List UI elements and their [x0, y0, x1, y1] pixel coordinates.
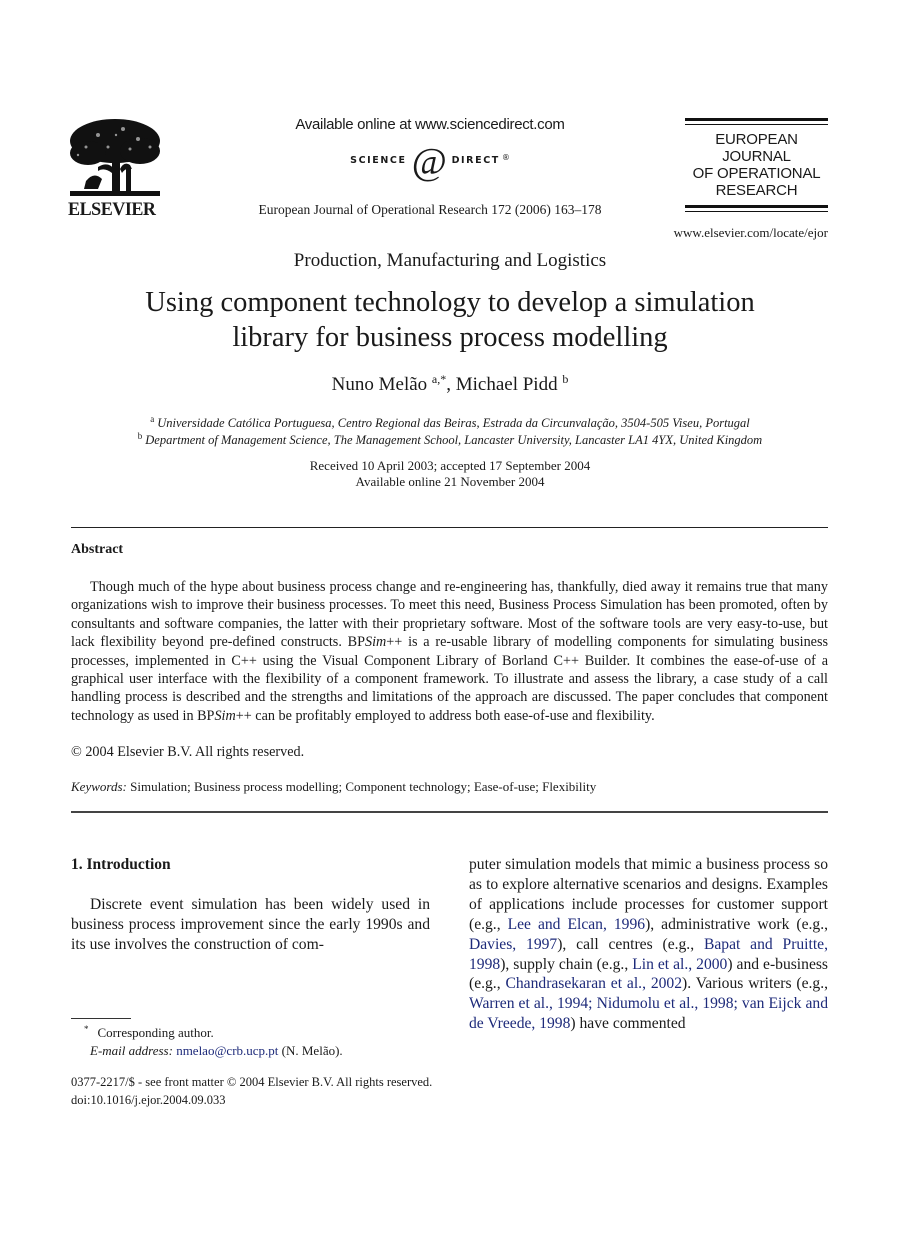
- affiliation-mark: a: [150, 414, 155, 424]
- body-column-left: Discrete event simulation has been widel…: [71, 895, 430, 955]
- citation-link[interactable]: Lee and Elcan, 1996: [508, 916, 645, 933]
- email-label: E-mail address:: [90, 1043, 173, 1058]
- body-text: ), call centres (e.g.,: [557, 935, 704, 953]
- sciencedirect-at-icon: @: [411, 141, 447, 183]
- citation-link[interactable]: Davies, 1997: [469, 936, 557, 953]
- body-text: ), supply chain (e.g.,: [500, 955, 633, 973]
- footnote-text: Corresponding author.: [97, 1025, 214, 1040]
- issn-line: 0377-2217/$ - see front matter © 2004 El…: [71, 1075, 433, 1089]
- abstract-body: Though much of the hype about business p…: [71, 578, 828, 725]
- affiliation: a Universidade Católica Portuguesa, Centr…: [0, 414, 900, 431]
- keywords-text: Simulation; Business process modelling; …: [130, 779, 597, 794]
- registered-mark: ®: [501, 152, 510, 162]
- footnote-corresponding: * Corresponding author.: [84, 1020, 343, 1042]
- affiliation: b Department of Management Science, The M…: [0, 431, 900, 448]
- footnote-mark: *: [84, 1024, 89, 1034]
- paper-title: Using component technology to develop a …: [0, 285, 900, 355]
- affiliation-text: Universidade Católica Portuguesa, Centro…: [157, 416, 750, 430]
- sciencedirect-online-notice[interactable]: Available online at www.sciencedirect.co…: [230, 116, 630, 133]
- divider: [71, 811, 828, 813]
- email-suffix: (N. Melão).: [278, 1043, 343, 1058]
- elsevier-logo: ELSEVIER: [68, 117, 162, 221]
- journal-reference: European Journal of Operational Research…: [258, 202, 602, 217]
- elsevier-tree-icon: [70, 119, 160, 196]
- sciencedirect-logo: SCIENCE @ DIRECT ®: [230, 140, 630, 183]
- journal-logo-line: EUROPEAN: [715, 131, 798, 148]
- citation-link[interactable]: Chandrasekaran et al., 2002: [505, 975, 682, 992]
- received-date: Received 10 April 2003; accepted 17 Sept…: [309, 458, 591, 473]
- body-text: ) have commented: [570, 1015, 686, 1033]
- author-name: Michael Pidd: [455, 374, 558, 395]
- footnote-email: E-mail address: nmelao@crb.ucp.pt (N. Me…: [90, 1042, 343, 1060]
- article-section: Production, Manufacturing and Logistics: [293, 250, 607, 271]
- body-text: ). Various writers (e.g.,: [682, 975, 828, 993]
- copyright-notice: © 2004 Elsevier B.V. All rights reserved…: [71, 744, 305, 760]
- available-date: Available online 21 November 2004: [355, 474, 545, 489]
- footnote: * Corresponding author. E-mail address: n…: [84, 1020, 343, 1060]
- footnote-divider: [71, 1018, 131, 1019]
- affiliation-mark: b: [137, 431, 143, 441]
- sciencedirect-right-word: DIRECT: [451, 154, 500, 166]
- journal-logo-title: EUROPEAN JOURNAL OF OPERATIONAL RESEARCH: [685, 131, 828, 199]
- sciencedirect-left-word: SCIENCE: [350, 154, 407, 166]
- author-name: Nuno Melão: [331, 374, 428, 395]
- journal-logo-line: OF OPERATIONAL: [692, 165, 821, 182]
- journal-logo-rule-top-thin: [685, 124, 828, 125]
- citation-link[interactable]: Lin et al., 2000: [632, 956, 727, 973]
- journal-logo-line: RESEARCH: [715, 182, 798, 199]
- affiliation-text: Department of Management Science, The Ma…: [145, 433, 763, 447]
- journal-logo-rule-bottom-thin: [685, 211, 828, 212]
- divider: [71, 527, 828, 528]
- body-paragraph: puter simulation models that mimic a bus…: [469, 855, 828, 1034]
- journal-logo-line: JOURNAL: [722, 148, 791, 165]
- author-separator: ,: [446, 374, 456, 395]
- page-footer: 0377-2217/$ - see front matter © 2004 El…: [71, 1073, 432, 1109]
- body-text: ), administrative work (e.g.,: [645, 915, 828, 933]
- journal-url[interactable]: www.elsevier.com/locate/ejor: [640, 225, 828, 241]
- body-paragraph: Discrete event simulation has been widel…: [71, 896, 430, 953]
- doi-line[interactable]: doi:10.1016/j.ejor.2004.09.033: [71, 1091, 432, 1109]
- author-affiliation-mark[interactable]: a,*: [432, 372, 446, 386]
- abstract-paragraph: Though much of the hype about business p…: [71, 578, 828, 725]
- abstract-text: ++ can be profitably employed to address…: [235, 707, 655, 724]
- journal-logo-rule-top: [685, 118, 828, 121]
- keywords: Keywords: Simulation; Business process m…: [71, 779, 596, 795]
- abstract-italic: Sim: [365, 634, 387, 651]
- author-list: Nuno Melão a,*, Michael Pidd b: [0, 372, 900, 396]
- abstract-italic: Sim: [214, 707, 236, 724]
- keywords-label: Keywords:: [71, 779, 127, 794]
- author-affiliation-mark[interactable]: b: [562, 372, 568, 386]
- elsevier-wordmark: ELSEVIER: [68, 199, 156, 220]
- section-heading: 1. Introduction: [71, 856, 171, 873]
- journal-logo: EUROPEAN JOURNAL OF OPERATIONAL RESEARCH: [685, 118, 828, 218]
- abstract-heading: Abstract: [71, 542, 124, 557]
- paper-title-line: Using component technology to develop a …: [145, 287, 755, 318]
- body-column-right: puter simulation models that mimic a bus…: [469, 855, 828, 1034]
- paper-title-line: library for business process modelling: [232, 322, 668, 353]
- journal-logo-rule-bottom: [685, 205, 828, 208]
- email-link[interactable]: nmelao@crb.ucp.pt: [176, 1043, 278, 1058]
